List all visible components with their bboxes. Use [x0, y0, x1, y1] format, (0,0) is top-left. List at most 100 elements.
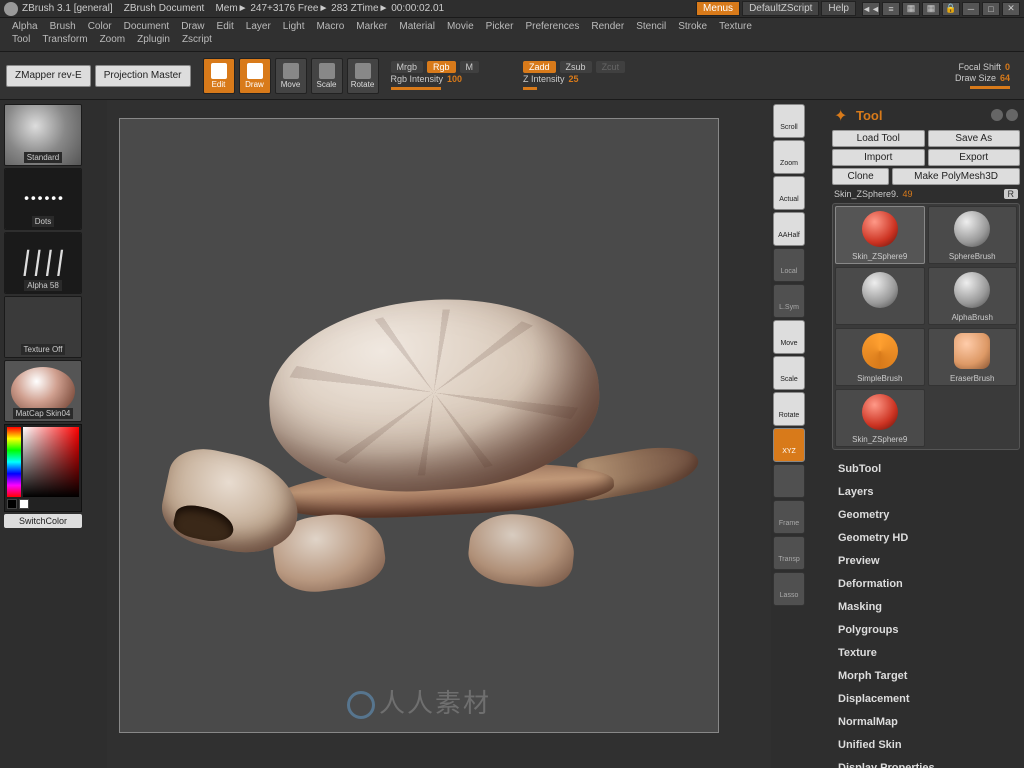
load-tool-button[interactable]: Load Tool — [832, 130, 925, 147]
menu-light[interactable]: Light — [277, 20, 311, 33]
import-button[interactable]: Import — [832, 149, 925, 166]
move-button[interactable]: Move — [275, 58, 307, 94]
brush-eraserbrush[interactable]: EraserBrush — [928, 328, 1018, 386]
section-subtool[interactable]: SubTool — [832, 458, 1020, 480]
color-swatch-white[interactable] — [19, 499, 29, 509]
nav-rotate-button[interactable]: Rotate — [773, 392, 805, 426]
lock-icon[interactable]: 🔒 — [942, 2, 960, 16]
menu-stencil[interactable]: Stencil — [630, 20, 672, 33]
z-intensity-value[interactable]: 25 — [569, 74, 579, 84]
make-polymesh-button[interactable]: Make PolyMesh3D — [892, 168, 1020, 185]
menu-alpha[interactable]: Alpha — [6, 20, 44, 33]
menu-zscript[interactable]: Zscript — [176, 33, 218, 46]
color-picker[interactable] — [4, 424, 82, 512]
nav-scroll-button[interactable]: Scroll — [773, 104, 805, 138]
material-swatch[interactable]: MatCap Skin04 — [4, 360, 82, 422]
r-badge[interactable]: R — [1004, 189, 1019, 199]
menu-render[interactable]: Render — [585, 20, 630, 33]
draw-size-slider[interactable] — [970, 86, 1010, 89]
section-deformation[interactable]: Deformation — [832, 573, 1020, 595]
default-zscript-button[interactable]: DefaultZScript — [742, 1, 819, 16]
menu-picker[interactable]: Picker — [480, 20, 520, 33]
menu-stroke[interactable]: Stroke — [672, 20, 713, 33]
menu-material[interactable]: Material — [393, 20, 441, 33]
draw-button[interactable]: Draw — [239, 58, 271, 94]
export-button[interactable]: Export — [928, 149, 1021, 166]
nav-l.sym-button[interactable]: L.Sym — [773, 284, 805, 318]
scale-button[interactable]: Scale — [311, 58, 343, 94]
collapse-icon[interactable] — [1006, 109, 1018, 121]
maximize-icon[interactable]: □ — [982, 2, 1000, 16]
rgb-intensity-value[interactable]: 100 — [447, 74, 462, 84]
color-swatch-black[interactable] — [7, 499, 17, 509]
rgb-intensity-slider[interactable] — [391, 87, 441, 90]
zadd-chip[interactable]: Zadd — [523, 61, 556, 73]
viewport[interactable]: 人人素材 — [119, 118, 719, 733]
section-morph-target[interactable]: Morph Target — [832, 665, 1020, 687]
menu-transform[interactable]: Transform — [36, 33, 93, 46]
nav-xyz-button[interactable]: XYZ — [773, 428, 805, 462]
nav-local-button[interactable]: Local — [773, 248, 805, 282]
section-geometry-hd[interactable]: Geometry HD — [832, 527, 1020, 549]
close-icon[interactable]: ✕ — [1002, 2, 1020, 16]
nav-blank-button[interactable] — [773, 464, 805, 498]
brush-alphabrush[interactable]: AlphaBrush — [928, 267, 1018, 325]
section-unified-skin[interactable]: Unified Skin — [832, 734, 1020, 756]
menu-edit[interactable]: Edit — [211, 20, 240, 33]
stroke-swatch[interactable]: Dots — [4, 168, 82, 230]
menu-color[interactable]: Color — [82, 20, 118, 33]
focal-shift-value[interactable]: 0 — [1005, 62, 1010, 72]
nav-move-button[interactable]: Move — [773, 320, 805, 354]
nav-zoom-button[interactable]: Zoom — [773, 140, 805, 174]
section-geometry[interactable]: Geometry — [832, 504, 1020, 526]
prev-layout-icon[interactable]: ◄◄ — [862, 2, 880, 16]
menu-movie[interactable]: Movie — [441, 20, 480, 33]
alpha-swatch[interactable]: Alpha 58 — [4, 232, 82, 294]
menu-brush[interactable]: Brush — [44, 20, 82, 33]
menu-marker[interactable]: Marker — [350, 20, 393, 33]
layout1-icon[interactable]: ▦ — [902, 2, 920, 16]
z-intensity-slider[interactable] — [523, 87, 537, 90]
projection-master-button[interactable]: Projection Master — [95, 65, 191, 87]
rgb-chip[interactable]: Rgb — [427, 61, 456, 73]
saturation-value-area[interactable] — [23, 427, 79, 497]
brush-skin_zsphere9[interactable]: Skin_ZSphere9 — [835, 206, 925, 264]
brush-spherebrush[interactable]: SphereBrush — [928, 206, 1018, 264]
draw-size-value[interactable]: 64 — [1000, 73, 1010, 83]
menu-macro[interactable]: Macro — [310, 20, 350, 33]
right-tray[interactable] — [807, 100, 828, 768]
rotate-button[interactable]: Rotate — [347, 58, 379, 94]
m-chip[interactable]: M — [460, 61, 480, 73]
menu-preferences[interactable]: Preferences — [519, 20, 585, 33]
switch-color-button[interactable]: SwitchColor — [4, 514, 82, 528]
zcut-chip[interactable]: Zcut — [596, 61, 626, 73]
save-as-button[interactable]: Save As — [928, 130, 1021, 147]
brush-swatch[interactable]: Standard — [4, 104, 82, 166]
hue-strip[interactable] — [7, 427, 21, 497]
section-masking[interactable]: Masking — [832, 596, 1020, 618]
gear-icon[interactable] — [991, 109, 1003, 121]
nav-aahalf-button[interactable]: AAHalf — [773, 212, 805, 246]
menu-zplugin[interactable]: Zplugin — [131, 33, 176, 46]
nav-scale-button[interactable]: Scale — [773, 356, 805, 390]
nav-actual-button[interactable]: Actual — [773, 176, 805, 210]
menu-zoom[interactable]: Zoom — [94, 33, 132, 46]
nav-transp-button[interactable]: Transp — [773, 536, 805, 570]
zmapper-button[interactable]: ZMapper rev-E — [6, 65, 91, 87]
clone-button[interactable]: Clone — [832, 168, 889, 185]
help-button[interactable]: Help — [821, 1, 856, 16]
mrgb-chip[interactable]: Mrgb — [391, 61, 424, 73]
edit-button[interactable]: Edit — [203, 58, 235, 94]
section-display-properties[interactable]: Display Properties — [832, 757, 1020, 768]
nav-lasso-button[interactable]: Lasso — [773, 572, 805, 606]
section-layers[interactable]: Layers — [832, 481, 1020, 503]
layout2-icon[interactable]: ▦ — [922, 2, 940, 16]
menu-toggle-icon[interactable]: ≡ — [882, 2, 900, 16]
section-displacement[interactable]: Displacement — [832, 688, 1020, 710]
section-normalmap[interactable]: NormalMap — [832, 711, 1020, 733]
brush-simplebrush[interactable]: SimpleBrush — [835, 328, 925, 386]
menu-layer[interactable]: Layer — [240, 20, 277, 33]
zsub-chip[interactable]: Zsub — [560, 61, 592, 73]
brush-skin_zsphere9[interactable]: Skin_ZSphere9 — [835, 389, 925, 447]
section-texture[interactable]: Texture — [832, 642, 1020, 664]
